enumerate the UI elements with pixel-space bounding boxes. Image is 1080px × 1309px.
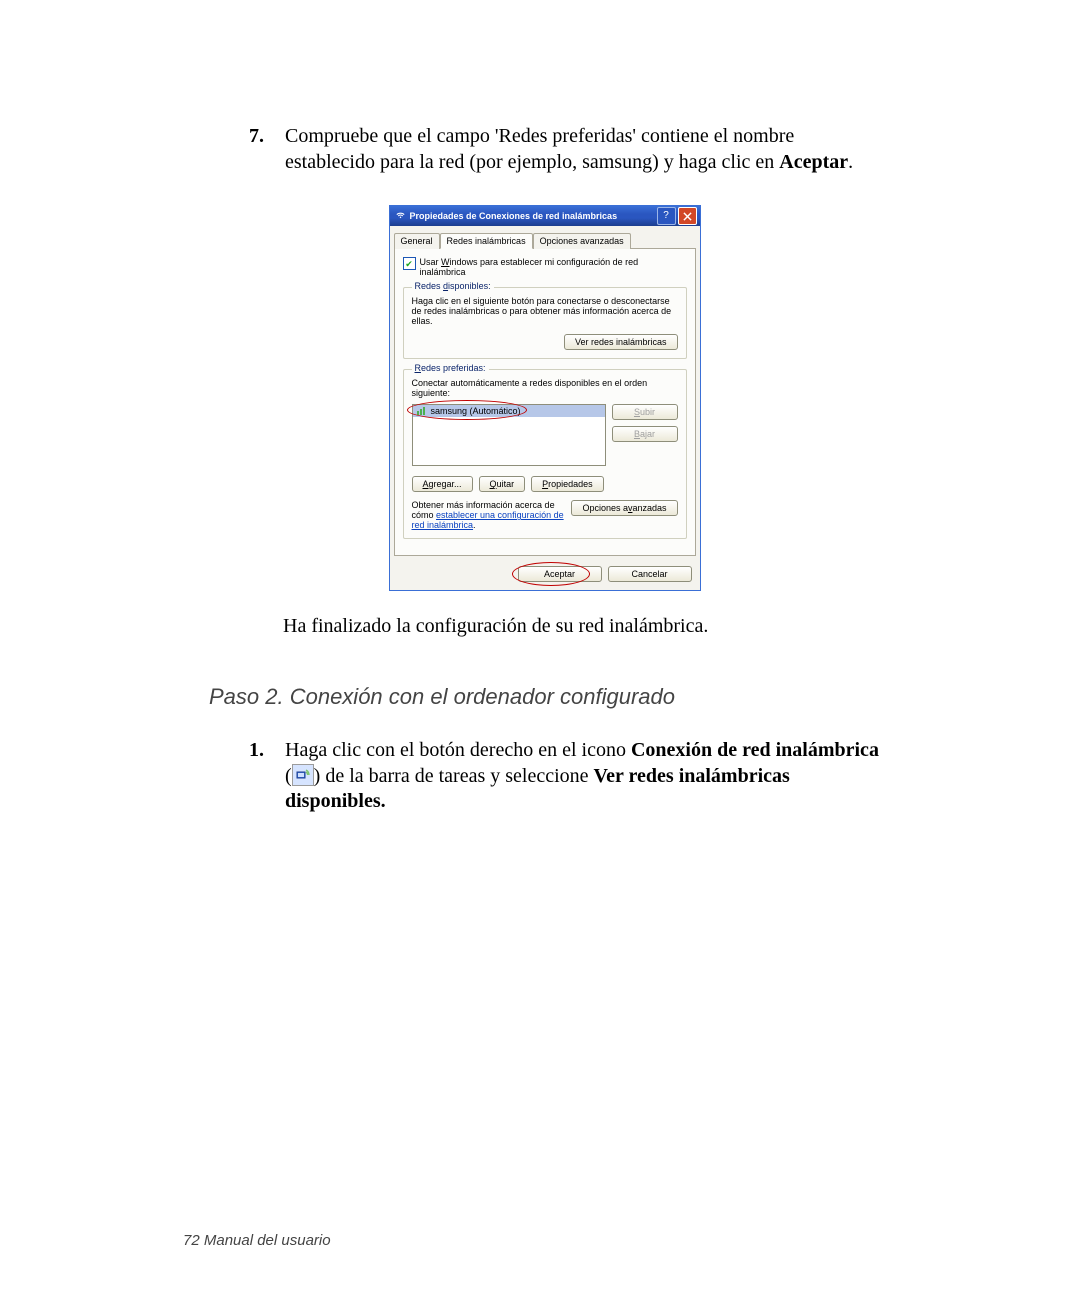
text: . <box>848 151 853 173</box>
tab-general[interactable]: General <box>394 233 440 249</box>
available-networks-group: Redes disponibles: Haga clic en el sigui… <box>403 287 687 359</box>
tab-wireless[interactable]: Redes inalámbricas <box>440 233 533 249</box>
tab-advanced[interactable]: Opciones avanzadas <box>533 233 631 249</box>
dialog-button-row: Aceptar Cancelar <box>390 560 700 590</box>
advanced-options-button[interactable]: Opciones avanzadas <box>571 500 677 516</box>
page-footer: 72 Manual del usuario <box>183 1232 331 1249</box>
group-legend: Redes preferidas: <box>412 363 489 373</box>
wifi-icon <box>395 210 406 223</box>
step-1-text: Haga clic con el botón derecho en el ico… <box>285 738 880 815</box>
view-wireless-networks-button[interactable]: Ver redes inalámbricas <box>564 334 678 350</box>
close-button[interactable] <box>678 207 697 225</box>
checkbox-checked-icon[interactable]: ✔ <box>403 257 416 270</box>
group-help-text: Haga clic en el siguiente botón para con… <box>412 296 678 326</box>
cancel-button[interactable]: Cancelar <box>608 566 692 582</box>
add-button[interactable]: Agregar... <box>412 476 473 492</box>
use-windows-checkbox-row[interactable]: ✔ Usar Windows para establecer mi config… <box>403 257 687 277</box>
titlebar: Propiedades de Conexiones de red inalámb… <box>390 206 700 226</box>
checkbox-label: Usar Windows para establecer mi configur… <box>420 257 687 277</box>
step-7: 7. Compruebe que el campo 'Redes preferi… <box>249 124 880 175</box>
remove-button[interactable]: Quitar <box>479 476 526 492</box>
step-1: 1. Haga clic con el botón derecho en el … <box>249 738 880 815</box>
step-number-7: 7. <box>249 124 285 175</box>
dialog-screenshot: Propiedades de Conexiones de red inalámb… <box>209 205 880 591</box>
tab-panel: ✔ Usar Windows para establecer mi config… <box>394 248 696 556</box>
step-7-result-text: Ha finalizado la configuración de su red… <box>283 615 880 638</box>
text-bold: Conexión de red inalámbrica <box>631 739 879 761</box>
step-number-1: 1. <box>249 738 285 815</box>
preferred-networks-listbox[interactable]: samsung (Automático) <box>412 404 606 466</box>
preferred-networks-group: Redes preferidas: Conectar automáticamen… <box>403 369 687 539</box>
wireless-tray-icon <box>292 764 314 786</box>
ok-button[interactable]: Aceptar <box>518 566 602 582</box>
text: Compruebe que el campo 'Redes preferidas… <box>285 125 794 173</box>
signal-icon <box>417 407 427 415</box>
dialog-title: Propiedades de Conexiones de red inalámb… <box>410 211 655 221</box>
section-heading: Paso 2. Conexión con el ordenador config… <box>209 684 880 710</box>
help-button[interactable]: ? <box>657 207 676 225</box>
text: ( <box>285 765 292 787</box>
tab-strip: General Redes inalámbricas Opciones avan… <box>390 226 700 248</box>
properties-button[interactable]: Propiedades <box>531 476 604 492</box>
text: Haga clic con el botón derecho en el ico… <box>285 739 631 761</box>
text-bold: Aceptar <box>779 151 848 173</box>
list-item[interactable]: samsung (Automático) <box>413 405 605 417</box>
info-text: Obtener más información acerca de cómo e… <box>412 500 566 530</box>
step-7-text: Compruebe que el campo 'Redes preferidas… <box>285 124 880 175</box>
move-down-button[interactable]: Bajar <box>612 426 678 442</box>
group-legend: Redes disponibles: <box>412 281 494 291</box>
group-help-text: Conectar automáticamente a redes disponi… <box>412 378 678 398</box>
wireless-properties-dialog: Propiedades de Conexiones de red inalámb… <box>389 205 701 591</box>
list-item-label: samsung (Automático) <box>431 406 521 416</box>
move-up-button[interactable]: Subir <box>612 404 678 420</box>
text: ) de la barra de tareas y seleccione <box>314 765 594 787</box>
